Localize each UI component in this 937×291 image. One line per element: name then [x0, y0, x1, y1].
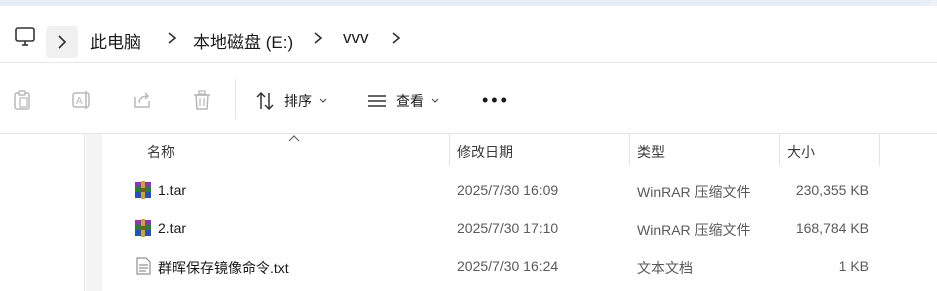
navigation-pane[interactable] — [0, 134, 84, 291]
chevron-right-icon[interactable] — [388, 28, 404, 48]
winrar-archive-icon — [135, 181, 151, 199]
file-name: 1.tar — [158, 182, 187, 198]
file-name: 群晖保存镜像命令.txt — [158, 260, 289, 276]
file-modified: 2025/7/30 16:09 — [457, 182, 559, 198]
toolbar-separator — [235, 79, 236, 119]
file-row[interactable]: 2.tar 2025/7/30 17:10 WinRAR 压缩文件 168,78… — [104, 209, 937, 247]
column-header-name[interactable]: 名称 — [147, 142, 175, 162]
svg-text:A: A — [76, 96, 83, 107]
paste-icon[interactable] — [11, 89, 33, 111]
command-bar: A 排序 查看 ••• — [0, 63, 937, 133]
breadcrumb-local-disk-e[interactable]: 本地磁盘 (E:) — [193, 28, 293, 53]
chevron-right-icon — [58, 35, 67, 49]
file-type: WinRAR 压缩文件 — [637, 222, 751, 238]
more-options-button[interactable]: ••• — [482, 91, 510, 109]
chevron-right-icon[interactable] — [310, 28, 326, 48]
sort-icon — [256, 91, 274, 111]
delete-icon[interactable] — [191, 89, 213, 111]
file-type: WinRAR 压缩文件 — [637, 184, 751, 200]
column-header-type[interactable]: 类型 — [637, 142, 665, 162]
breadcrumb-vvv[interactable]: vvv — [343, 28, 369, 48]
address-bar[interactable]: 此电脑 本地磁盘 (E:) vvv — [0, 6, 937, 62]
winrar-archive-icon — [135, 219, 151, 237]
file-name: 2.tar — [158, 220, 187, 236]
breadcrumb-this-pc[interactable]: 此电脑 — [90, 28, 141, 53]
computer-icon[interactable] — [14, 26, 36, 48]
column-divider[interactable] — [449, 134, 450, 166]
text-file-icon — [136, 257, 151, 275]
view-list-icon — [368, 95, 386, 107]
file-size: 230,355 KB — [795, 182, 869, 198]
column-divider[interactable] — [779, 134, 780, 166]
view-label: 查看 — [396, 93, 424, 109]
file-modified: 2025/7/30 16:24 — [457, 258, 559, 274]
sort-button[interactable]: 排序 — [254, 89, 328, 113]
sort-ascending-icon — [288, 135, 300, 142]
view-button[interactable]: 查看 — [366, 89, 440, 113]
breadcrumb-expand-button[interactable] — [46, 26, 78, 58]
share-icon[interactable] — [131, 89, 153, 111]
file-row[interactable]: 1.tar 2025/7/30 16:09 WinRAR 压缩文件 230,35… — [104, 171, 937, 209]
file-size: 1 KB — [838, 258, 869, 274]
file-modified: 2025/7/30 17:10 — [457, 220, 559, 236]
column-divider[interactable] — [879, 134, 880, 166]
chevron-down-icon — [431, 98, 439, 103]
column-divider[interactable] — [629, 134, 630, 166]
chevron-right-icon[interactable] — [164, 28, 180, 48]
pane-divider — [84, 134, 85, 291]
column-header-size[interactable]: 大小 — [787, 142, 815, 162]
rename-icon[interactable]: A — [71, 89, 93, 111]
divider — [0, 133, 937, 134]
file-type: 文本文档 — [637, 260, 693, 276]
file-size: 168,784 KB — [795, 220, 869, 236]
file-row[interactable]: 群晖保存镜像命令.txt 2025/7/30 16:24 文本文档 1 KB — [104, 247, 937, 285]
sort-label: 排序 — [284, 93, 312, 109]
chevron-down-icon — [319, 98, 327, 103]
column-header-modified[interactable]: 修改日期 — [457, 142, 513, 162]
navigation-scrollbar[interactable] — [86, 134, 102, 291]
